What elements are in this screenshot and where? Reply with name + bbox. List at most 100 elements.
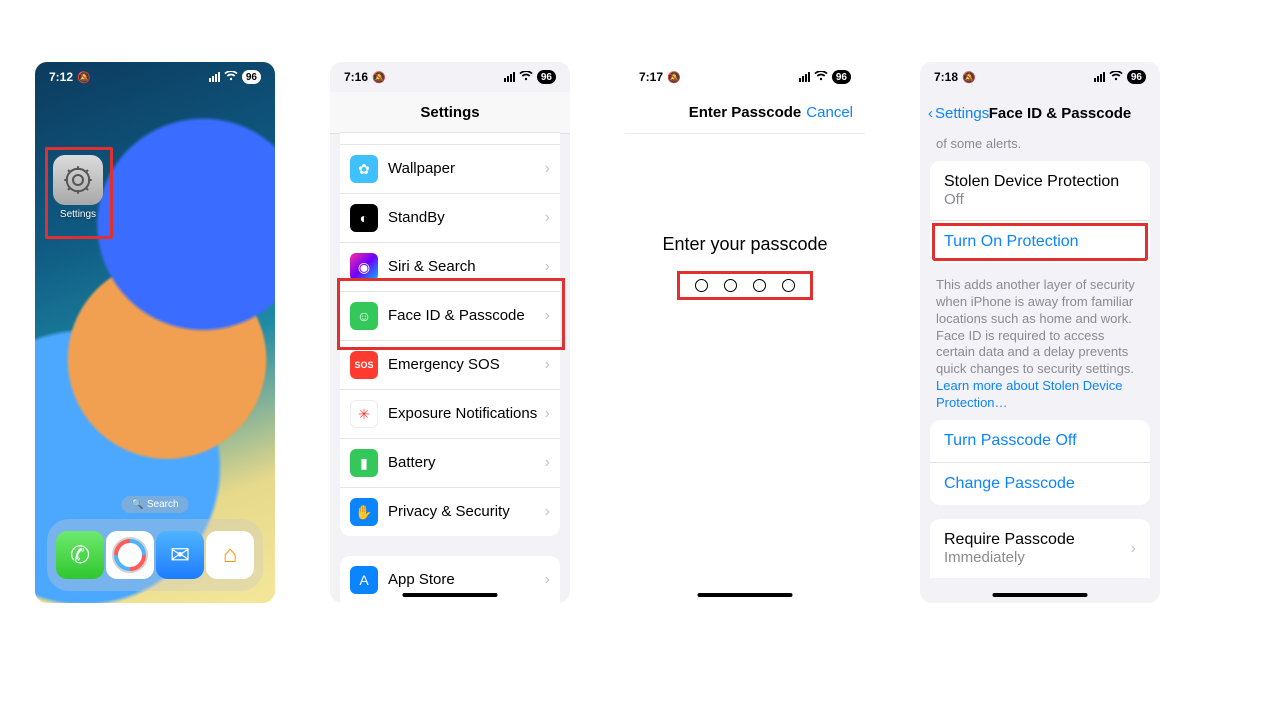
status-bar: 7:16 🔕 96	[330, 62, 570, 92]
row-standby[interactable]: ◐ StandBy ›	[340, 194, 560, 243]
chevron-right-icon: ›	[545, 307, 550, 325]
sdp-title: Stolen Device Protection	[944, 173, 1136, 191]
signal-icon	[1094, 72, 1105, 82]
row-label: Battery	[388, 454, 539, 473]
row-label: Emergency SOS	[388, 356, 539, 375]
row-label: Privacy & Security	[388, 503, 539, 522]
home-search-pill[interactable]: 🔍 Search	[121, 496, 188, 513]
row-label: Exposure Notifications	[388, 405, 539, 424]
battery-pill: 96	[1127, 70, 1146, 84]
chevron-right-icon: ›	[1131, 540, 1136, 558]
standby-icon: ◐	[350, 204, 378, 232]
change-passcode-button[interactable]: Change Passcode	[930, 463, 1150, 505]
sdp-explainer: This adds another layer of security when…	[920, 277, 1160, 420]
home-indicator[interactable]	[403, 593, 498, 597]
row-label: Siri & Search	[388, 258, 539, 277]
turn-on-protection-button[interactable]: Turn On Protection	[930, 221, 1150, 263]
require-value: Immediately	[944, 549, 1075, 566]
home-indicator[interactable]	[993, 593, 1088, 597]
row-label: Face ID & Passcode	[388, 307, 539, 326]
chevron-right-icon: ›	[545, 571, 550, 589]
passcode-nav-title: Enter Passcode	[689, 104, 802, 121]
dock-safari-icon[interactable]	[106, 531, 154, 579]
settings-list-1: ✿ Wallpaper › ◐ StandBy › ◉ Siri & Searc…	[340, 132, 560, 536]
row-sos[interactable]: SOS Emergency SOS ›	[340, 341, 560, 390]
row-battery[interactable]: ▮ Battery ›	[340, 439, 560, 488]
learn-more-link[interactable]: Learn more about Stolen Device Protectio…	[936, 378, 1122, 410]
dock-home-icon[interactable]: ⌂	[206, 531, 254, 579]
highlight-passcode-dots	[677, 271, 813, 300]
bell-slash-icon: 🔕	[372, 71, 386, 84]
passcode-prompt: Enter your passcode	[625, 234, 865, 255]
dock-mail-icon[interactable]: ✉	[156, 531, 204, 579]
turn-passcode-off-button[interactable]: Turn Passcode Off	[930, 420, 1150, 463]
siri-icon: ◉	[350, 253, 378, 281]
appstore-icon: A	[350, 566, 378, 594]
battery-pill: 96	[242, 70, 261, 84]
row-privacy[interactable]: ✋ Privacy & Security ›	[340, 488, 560, 536]
signal-icon	[799, 72, 810, 82]
passcode-actions-card: Turn Passcode Off Change Passcode	[930, 420, 1150, 505]
chevron-right-icon: ›	[545, 405, 550, 423]
dock-phone-icon[interactable]: ✆	[56, 531, 104, 579]
bell-slash-icon: 🔕	[962, 71, 976, 84]
screen-enter-passcode: 7:17 🔕 96 Enter Passcode Cancel Enter yo…	[625, 62, 865, 603]
status-time: 7:12	[49, 70, 73, 84]
require-passcode-card: Require Passcode Immediately ›	[930, 519, 1150, 578]
faceid-icon: ☺	[350, 302, 378, 330]
battery-pill: 96	[832, 70, 851, 84]
cancel-button[interactable]: Cancel	[806, 104, 853, 121]
battery-pill: 96	[537, 70, 556, 84]
chevron-right-icon: ›	[545, 258, 550, 276]
wifi-icon	[814, 71, 828, 84]
chevron-right-icon: ›	[545, 454, 550, 472]
bell-slash-icon: 🔕	[667, 71, 681, 84]
passcode-dots[interactable]	[679, 273, 811, 298]
status-bar: 7:12 🔕 96	[35, 62, 275, 92]
sos-icon: SOS	[350, 351, 378, 379]
wifi-icon	[519, 71, 533, 84]
status-time: 7:18	[934, 70, 958, 84]
chevron-right-icon: ›	[545, 209, 550, 227]
status-time: 7:16	[344, 70, 368, 84]
battery-icon: ▮	[350, 449, 378, 477]
search-icon: 🔍	[131, 499, 143, 510]
chevron-right-icon: ›	[545, 356, 550, 374]
row-label: Wallpaper	[388, 160, 539, 179]
faceid-nav: ‹ Settings Face ID & Passcode	[920, 92, 1160, 134]
exposure-icon: ✳	[350, 400, 378, 428]
signal-icon	[209, 72, 220, 82]
turn-on-label: Turn On Protection	[944, 233, 1079, 250]
home-dock: ✆ ✉ ⌂	[47, 519, 263, 591]
settings-app-icon[interactable]: Settings	[53, 155, 103, 220]
gear-icon	[53, 155, 103, 205]
settings-app-label: Settings	[53, 209, 103, 220]
row-faceid[interactable]: ☺ Face ID & Passcode ›	[340, 292, 560, 341]
require-label: Require Passcode	[944, 531, 1075, 549]
home-indicator[interactable]	[698, 593, 793, 597]
search-label: Search	[147, 499, 179, 510]
row-exposure[interactable]: ✳ Exposure Notifications ›	[340, 390, 560, 439]
wifi-icon	[224, 71, 238, 84]
sdp-card: Stolen Device Protection Off Turn On Pro…	[930, 161, 1150, 263]
screen-faceid-passcode: 7:18 🔕 96 ‹ Settings Face ID & Passcode …	[920, 62, 1160, 603]
back-label: Settings	[935, 105, 989, 122]
sdp-note-text: This adds another layer of security when…	[936, 277, 1135, 376]
sdp-status: Off	[944, 191, 1136, 208]
row-siri[interactable]: ◉ Siri & Search ›	[340, 243, 560, 292]
row-wallpaper[interactable]: ✿ Wallpaper ›	[340, 145, 560, 194]
status-bar: 7:17 🔕 96	[625, 62, 865, 92]
sdp-status-row: Stolen Device Protection Off	[930, 161, 1150, 221]
bell-slash-icon: 🔕	[77, 71, 91, 84]
status-time: 7:17	[639, 70, 663, 84]
wifi-icon	[1109, 71, 1123, 84]
passcode-nav: Enter Passcode Cancel	[625, 92, 865, 134]
back-button[interactable]: ‹ Settings	[928, 105, 989, 122]
chevron-right-icon: ›	[545, 160, 550, 178]
require-passcode-row[interactable]: Require Passcode Immediately ›	[930, 519, 1150, 578]
screen-settings-list: 7:16 🔕 96 Settings ✿ Wallpaper ›	[330, 62, 570, 603]
settings-nav-title: Settings	[330, 92, 570, 134]
wallpaper-icon: ✿	[350, 155, 378, 183]
chevron-right-icon: ›	[545, 503, 550, 521]
row-label: App Store	[388, 571, 539, 590]
